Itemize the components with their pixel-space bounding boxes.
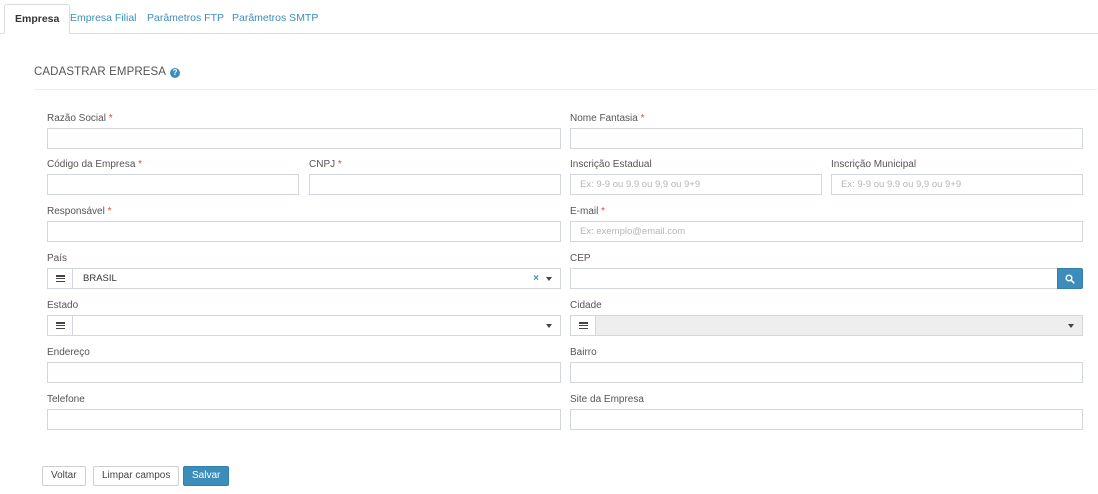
inscricao-municipal-input[interactable] (831, 174, 1083, 195)
inscricao-municipal-label: Inscrição Municipal (831, 159, 917, 170)
cep-input[interactable] (570, 268, 1058, 289)
question-circle-icon[interactable]: ? (170, 68, 181, 78)
list-icon (55, 275, 65, 282)
telefone-input[interactable] (47, 409, 561, 430)
endereco-input[interactable] (47, 362, 561, 383)
chevron-down-icon[interactable] (546, 277, 552, 281)
tab-bar: Empresa Empresa Filial Parâmetros FTP Pa… (0, 0, 1098, 34)
pais-select[interactable]: BRASIL × (47, 268, 561, 289)
bairro-label: Bairro (570, 347, 597, 358)
required-mark: * (107, 206, 112, 217)
estado-select[interactable] (47, 315, 561, 336)
email-label: E-mail * (570, 206, 606, 217)
cidade-label: Cidade (570, 300, 602, 311)
responsavel-input[interactable] (47, 221, 561, 242)
pais-list-button[interactable] (48, 269, 73, 288)
required-mark: * (108, 113, 113, 124)
estado-label: Estado (47, 300, 79, 311)
pais-label: País (47, 253, 68, 264)
telefone-label: Telefone (47, 394, 85, 405)
estado-list-button[interactable] (48, 316, 73, 335)
responsavel-label: Responsável * (47, 206, 112, 217)
required-mark: * (337, 159, 342, 170)
required-mark: * (601, 206, 606, 217)
clear-fields-button[interactable]: Limpar campos (93, 466, 180, 486)
bairro-input[interactable] (570, 362, 1083, 383)
site-empresa-input[interactable] (570, 409, 1083, 430)
search-icon (1065, 273, 1075, 284)
site-empresa-label: Site da Empresa (570, 394, 644, 405)
nome-fantasia-label: Nome Fantasia * (570, 113, 645, 124)
section-divider (34, 89, 1097, 90)
inscricao-estadual-label: Inscrição Estadual (570, 159, 652, 170)
codigo-empresa-input[interactable] (47, 174, 299, 195)
clear-icon[interactable]: × (533, 269, 539, 288)
required-mark: * (640, 113, 645, 124)
required-mark: * (138, 159, 143, 170)
list-icon (55, 322, 65, 329)
pais-selected-value: BRASIL (83, 273, 117, 284)
save-button[interactable]: Salvar (183, 466, 230, 486)
email-input[interactable] (570, 221, 1083, 242)
list-icon (578, 322, 588, 329)
cep-label: CEP (570, 253, 591, 264)
nome-fantasia-input[interactable] (570, 128, 1083, 149)
section-title-text: CADASTRAR EMPRESA (34, 66, 167, 78)
inscricao-estadual-input[interactable] (570, 174, 822, 195)
chevron-down-icon[interactable] (1068, 324, 1074, 328)
cidade-select[interactable] (570, 315, 1083, 336)
razao-social-label: Razão Social * (47, 113, 113, 124)
cidade-list-button[interactable] (571, 316, 596, 335)
cnpj-input[interactable] (309, 174, 561, 195)
section-title: CADASTRAR EMPRESA? (34, 66, 181, 78)
cnpj-label: CNPJ * (309, 159, 342, 170)
razao-social-input[interactable] (47, 128, 561, 149)
back-button[interactable]: Voltar (42, 466, 86, 486)
tab-parametros-ftp[interactable]: Parâmetros FTP (137, 4, 234, 34)
codigo-empresa-label: Código da Empresa * (47, 159, 143, 170)
tab-parametros-smtp[interactable]: Parâmetros SMTP (222, 4, 328, 34)
cep-search-button[interactable] (1057, 268, 1083, 289)
tab-empresa-filial[interactable]: Empresa Filial (60, 4, 147, 34)
endereco-label: Endereço (47, 347, 90, 358)
chevron-down-icon[interactable] (546, 324, 552, 328)
